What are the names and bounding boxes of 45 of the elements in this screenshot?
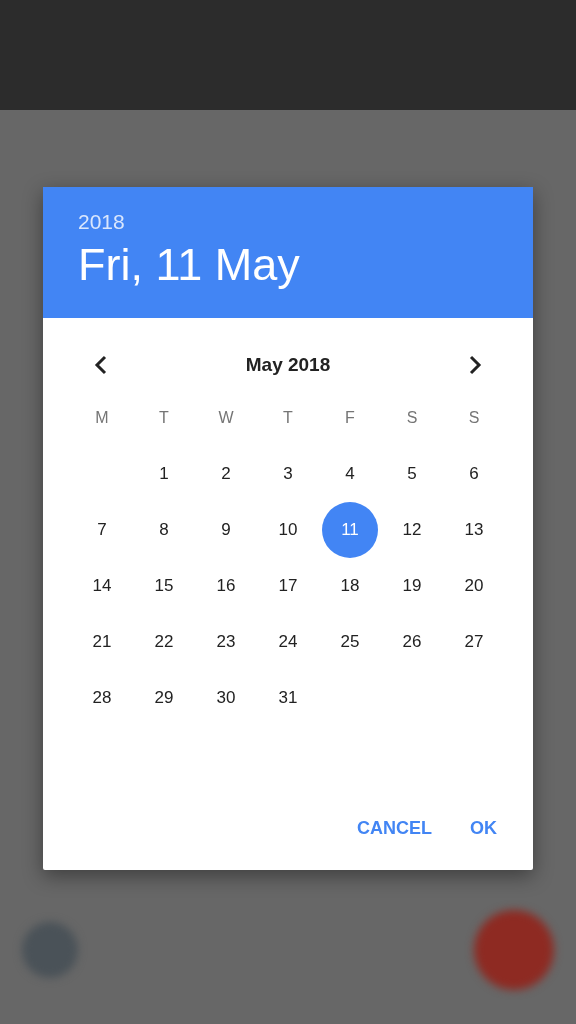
day-button[interactable]: 10 (260, 502, 316, 558)
day-button[interactable]: 12 (384, 502, 440, 558)
weekday-label: T (159, 408, 169, 428)
weekday-label: T (283, 408, 293, 428)
weekday-label: W (218, 408, 234, 428)
day-button[interactable]: 8 (136, 502, 192, 558)
avatar (22, 922, 78, 978)
day-button[interactable]: 26 (384, 614, 440, 670)
day-button[interactable]: 14 (74, 558, 130, 614)
day-button[interactable]: 25 (322, 614, 378, 670)
day-button[interactable]: 7 (74, 502, 130, 558)
day-button[interactable]: 6 (446, 446, 502, 502)
day-button[interactable]: 5 (384, 446, 440, 502)
day-button[interactable]: 23 (198, 614, 254, 670)
day-button[interactable]: 18 (322, 558, 378, 614)
day-button[interactable]: 2 (198, 446, 254, 502)
selected-date[interactable]: Fri, 11 May (78, 238, 300, 292)
day-button[interactable]: 24 (260, 614, 316, 670)
day-button[interactable]: 22 (136, 614, 192, 670)
day-button[interactable]: 9 (198, 502, 254, 558)
day-button[interactable]: 19 (384, 558, 440, 614)
day-button[interactable]: 15 (136, 558, 192, 614)
day-button[interactable]: 3 (260, 446, 316, 502)
weekday-label: F (345, 408, 355, 428)
day-button[interactable]: 4 (322, 446, 378, 502)
weekday-label: S (406, 408, 418, 428)
day-button[interactable]: 13 (446, 502, 502, 558)
cancel-button[interactable]: CANCEL (345, 807, 444, 850)
chevron-left-icon (94, 355, 108, 375)
day-button[interactable]: 29 (136, 670, 192, 726)
ok-button[interactable]: OK (458, 807, 509, 850)
weekday-label: S (468, 408, 480, 428)
day-button[interactable]: 30 (198, 670, 254, 726)
day-button[interactable]: 17 (260, 558, 316, 614)
day-button[interactable]: 16 (198, 558, 254, 614)
day-button[interactable]: 1 (136, 446, 192, 502)
weekday-label: M (95, 408, 109, 428)
day-button[interactable]: 11 (322, 502, 378, 558)
day-button[interactable]: 31 (260, 670, 316, 726)
day-button[interactable]: 21 (74, 614, 130, 670)
month-title: May 2018 (245, 352, 331, 377)
chevron-right-icon (468, 355, 482, 375)
day-button[interactable]: 27 (446, 614, 502, 670)
day-button[interactable]: 28 (74, 670, 130, 726)
day-button[interactable]: 20 (446, 558, 502, 614)
